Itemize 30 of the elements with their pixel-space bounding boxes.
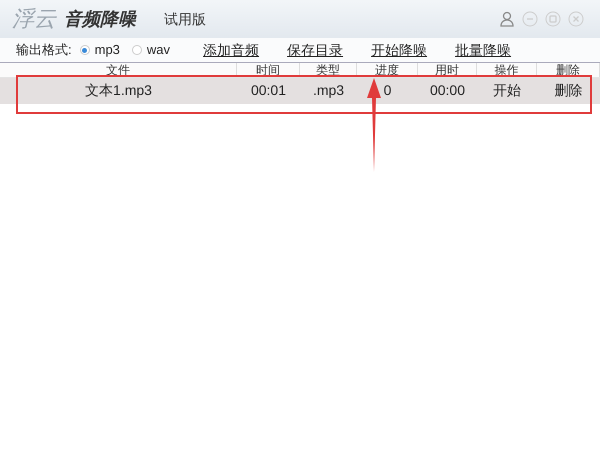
toolbar-link[interactable]: 开始降噪 bbox=[371, 40, 428, 60]
column-header[interactable]: 时间 bbox=[237, 63, 300, 77]
column-header[interactable]: 文件 bbox=[0, 63, 237, 77]
format-label: 输出格式: bbox=[16, 41, 72, 60]
toolbar-link[interactable]: 添加音频 bbox=[203, 40, 260, 60]
radio-button[interactable] bbox=[132, 45, 142, 55]
close-icon[interactable] bbox=[568, 11, 584, 27]
app-logo: 浮云 bbox=[12, 6, 56, 34]
table-cell: 00:00 bbox=[430, 82, 466, 98]
toolbar-link[interactable]: 批量降噪 bbox=[455, 40, 512, 60]
toolbar-link[interactable]: 保存目录 bbox=[287, 40, 344, 60]
table-cell: .mp3 bbox=[312, 82, 344, 98]
column-header[interactable]: 类型 bbox=[300, 63, 357, 77]
table-cell: 00:01 bbox=[250, 82, 286, 98]
column-header[interactable]: 删除 bbox=[537, 63, 600, 77]
table-row[interactable]: 文本1.mp3 00:01 .mp3 0 00:00 开始 删除 bbox=[0, 78, 600, 104]
column-header[interactable]: 操作 bbox=[477, 63, 537, 77]
format-option[interactable]: mp3 bbox=[94, 40, 120, 60]
edition-label: 试用版 bbox=[164, 10, 206, 28]
column-header[interactable]: 用时 bbox=[418, 63, 477, 77]
table-cell: 0 bbox=[384, 82, 392, 98]
start-link[interactable]: 开始 bbox=[493, 82, 521, 98]
delete-link[interactable]: 删除 bbox=[554, 82, 582, 98]
radio-button[interactable] bbox=[80, 45, 90, 55]
user-icon[interactable] bbox=[499, 11, 515, 27]
minimize-icon[interactable] bbox=[522, 11, 538, 27]
maximize-icon[interactable] bbox=[545, 11, 561, 27]
app-title: 音频降噪 bbox=[64, 8, 136, 30]
table-cell: 文本1.mp3 bbox=[85, 82, 152, 98]
format-option[interactable]: wav bbox=[146, 40, 170, 60]
